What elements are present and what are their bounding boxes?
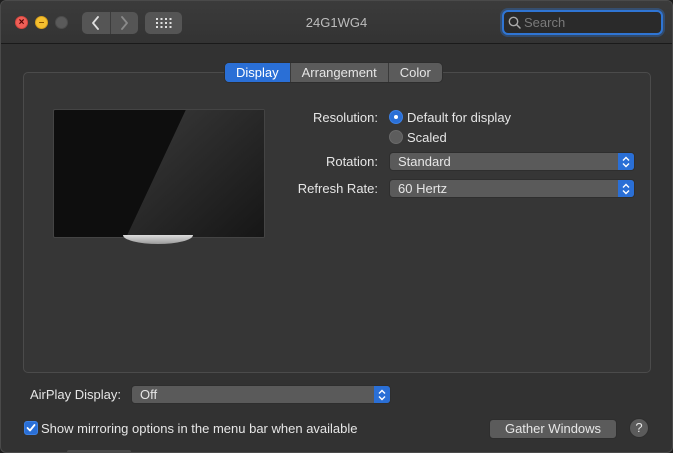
airplay-display-value: Off — [140, 387, 158, 402]
rotation-value: Standard — [398, 154, 451, 169]
search-icon — [508, 16, 521, 29]
help-button[interactable]: ? — [629, 418, 649, 438]
tab-arrangement[interactable]: Arrangement — [289, 63, 388, 82]
gather-windows-button[interactable]: Gather Windows — [489, 419, 617, 439]
title-bar: × – 24G1WG4 Search — [1, 1, 672, 44]
rotation-label: Rotation: — [325, 154, 378, 169]
display-preferences-window: × – 24G1WG4 Search Display Arrangement C… — [0, 0, 673, 453]
search-field[interactable] — [502, 10, 663, 35]
radio-default-for-display[interactable] — [389, 110, 403, 124]
search-input[interactable] — [524, 15, 654, 30]
radio-scaled[interactable] — [389, 130, 403, 144]
rotation-popup[interactable]: Standard — [389, 152, 635, 171]
show-mirroring-label: Show mirroring options in the menu bar w… — [41, 421, 358, 436]
up-down-arrows-icon — [618, 180, 634, 197]
tab-color[interactable]: Color — [387, 63, 442, 82]
refresh-rate-label: Refresh Rate: — [297, 181, 378, 196]
up-down-arrows-icon — [618, 153, 634, 170]
up-down-arrows-icon — [374, 386, 390, 403]
show-mirroring-checkbox[interactable] — [24, 421, 38, 435]
refresh-rate-value: 60 Hertz — [398, 181, 448, 196]
radio-default-for-display-label: Default for display — [407, 110, 512, 125]
airplay-display-label: AirPlay Display: — [29, 387, 121, 402]
resolution-label: Resolution: — [312, 110, 378, 125]
refresh-rate-popup[interactable]: 60 Hertz — [389, 179, 635, 198]
airplay-display-popup[interactable]: Off — [131, 385, 391, 404]
monitor-image — [53, 109, 265, 238]
tab-bar: Display Arrangement Color — [224, 62, 443, 83]
checkmark-icon — [26, 424, 36, 432]
tab-display[interactable]: Display — [225, 63, 290, 82]
radio-scaled-label: Scaled — [407, 130, 447, 145]
monitor-glare — [126, 110, 264, 237]
